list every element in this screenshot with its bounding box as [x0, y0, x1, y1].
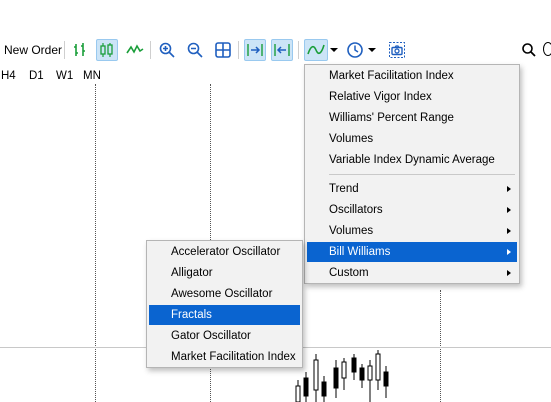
menu-item-label: Volumes	[329, 225, 374, 237]
menu-item-market-facilitation-index[interactable]: Market Facilitation Index	[307, 66, 517, 86]
submenu-item-market-facilitation-index[interactable]: Market Facilitation Index	[149, 347, 300, 367]
menu-item-volumes-indicator[interactable]: Volumes	[307, 129, 517, 149]
indicators-menu: Market Facilitation Index Relative Vigor…	[304, 64, 520, 284]
menu-item-label: Relative Vigor Index	[329, 91, 432, 103]
menu-item-relative-vigor-index[interactable]: Relative Vigor Index	[307, 87, 517, 107]
submenu-item-label: Alligator	[171, 267, 213, 279]
menu-item-bill-williams[interactable]: Bill Williams	[307, 242, 517, 262]
toolbar-separator	[238, 41, 239, 59]
screenshot-icon[interactable]	[386, 39, 408, 61]
auto-scroll-icon[interactable]	[244, 39, 266, 61]
chart-shift-icon[interactable]	[271, 39, 293, 61]
menu-item-label: Custom	[329, 267, 369, 279]
line-chart-icon[interactable]	[124, 39, 146, 61]
indicators-icon[interactable]	[304, 39, 328, 61]
toolbar-separator	[298, 41, 299, 59]
menu-item-volumes-group[interactable]: Volumes	[307, 221, 517, 241]
search-icon[interactable]	[518, 39, 540, 61]
chart-grid-line	[440, 290, 441, 402]
bill-williams-submenu: Accelerator Oscillator Alligator Awesome…	[146, 240, 303, 368]
menu-item-label: Williams' Percent Range	[329, 112, 454, 124]
clock-icon[interactable]	[344, 39, 366, 61]
menu-item-label: Volumes	[329, 133, 374, 145]
menu-item-label: Trend	[329, 183, 359, 195]
submenu-arrow-icon	[507, 228, 511, 234]
bar-chart-icon[interactable]	[69, 39, 91, 61]
menu-item-williams-percent-range[interactable]: Williams' Percent Range	[307, 108, 517, 128]
menu-item-label: Market Facilitation Index	[329, 70, 454, 82]
timeframe-w1[interactable]: W1	[56, 70, 73, 82]
toolbar: New Order	[0, 0, 551, 64]
menu-item-label: Bill Williams	[329, 246, 391, 258]
clock-dropdown-chevron-icon[interactable]	[368, 48, 376, 52]
submenu-item-label: Gator Oscillator	[171, 330, 251, 342]
menu-item-vidya[interactable]: Variable Index Dynamic Average	[307, 150, 517, 170]
menu-item-oscillators[interactable]: Oscillators	[307, 200, 517, 220]
submenu-arrow-icon	[507, 207, 511, 213]
zoom-in-icon[interactable]	[156, 39, 178, 61]
toolbar-separator	[64, 41, 65, 59]
timeframe-h4[interactable]: H4	[1, 70, 16, 82]
indicators-dropdown-chevron-icon[interactable]	[330, 48, 338, 52]
submenu-item-alligator[interactable]: Alligator	[149, 263, 300, 283]
search-extra-icon[interactable]	[543, 42, 551, 56]
menu-item-label: Variable Index Dynamic Average	[329, 154, 495, 166]
new-order-button[interactable]: New Order	[4, 43, 62, 57]
menu-separator	[329, 174, 515, 175]
menu-item-label: Oscillators	[329, 204, 383, 216]
toolbar-separator	[150, 41, 151, 59]
candlestick-icon[interactable]	[96, 39, 118, 61]
candlesticks	[295, 350, 389, 402]
timeframe-d1[interactable]: D1	[29, 70, 44, 82]
menu-item-trend[interactable]: Trend	[307, 179, 517, 199]
submenu-item-fractals[interactable]: Fractals	[149, 305, 300, 325]
chart-grid-line	[95, 84, 96, 402]
submenu-item-accelerator-oscillator[interactable]: Accelerator Oscillator	[149, 242, 300, 262]
tile-windows-icon[interactable]	[212, 39, 234, 61]
submenu-item-label: Accelerator Oscillator	[171, 246, 281, 258]
submenu-item-label: Awesome Oscillator	[171, 288, 273, 300]
submenu-item-gator-oscillator[interactable]: Gator Oscillator	[149, 326, 300, 346]
zoom-out-icon[interactable]	[184, 39, 206, 61]
timeframe-mn[interactable]: MN	[83, 70, 101, 82]
submenu-item-label: Market Facilitation Index	[171, 351, 296, 363]
submenu-item-awesome-oscillator[interactable]: Awesome Oscillator	[149, 284, 300, 304]
submenu-arrow-icon	[507, 270, 511, 276]
menu-item-custom[interactable]: Custom	[307, 263, 517, 283]
submenu-arrow-icon	[507, 186, 511, 192]
submenu-arrow-icon	[507, 249, 511, 255]
submenu-item-label: Fractals	[171, 309, 212, 321]
